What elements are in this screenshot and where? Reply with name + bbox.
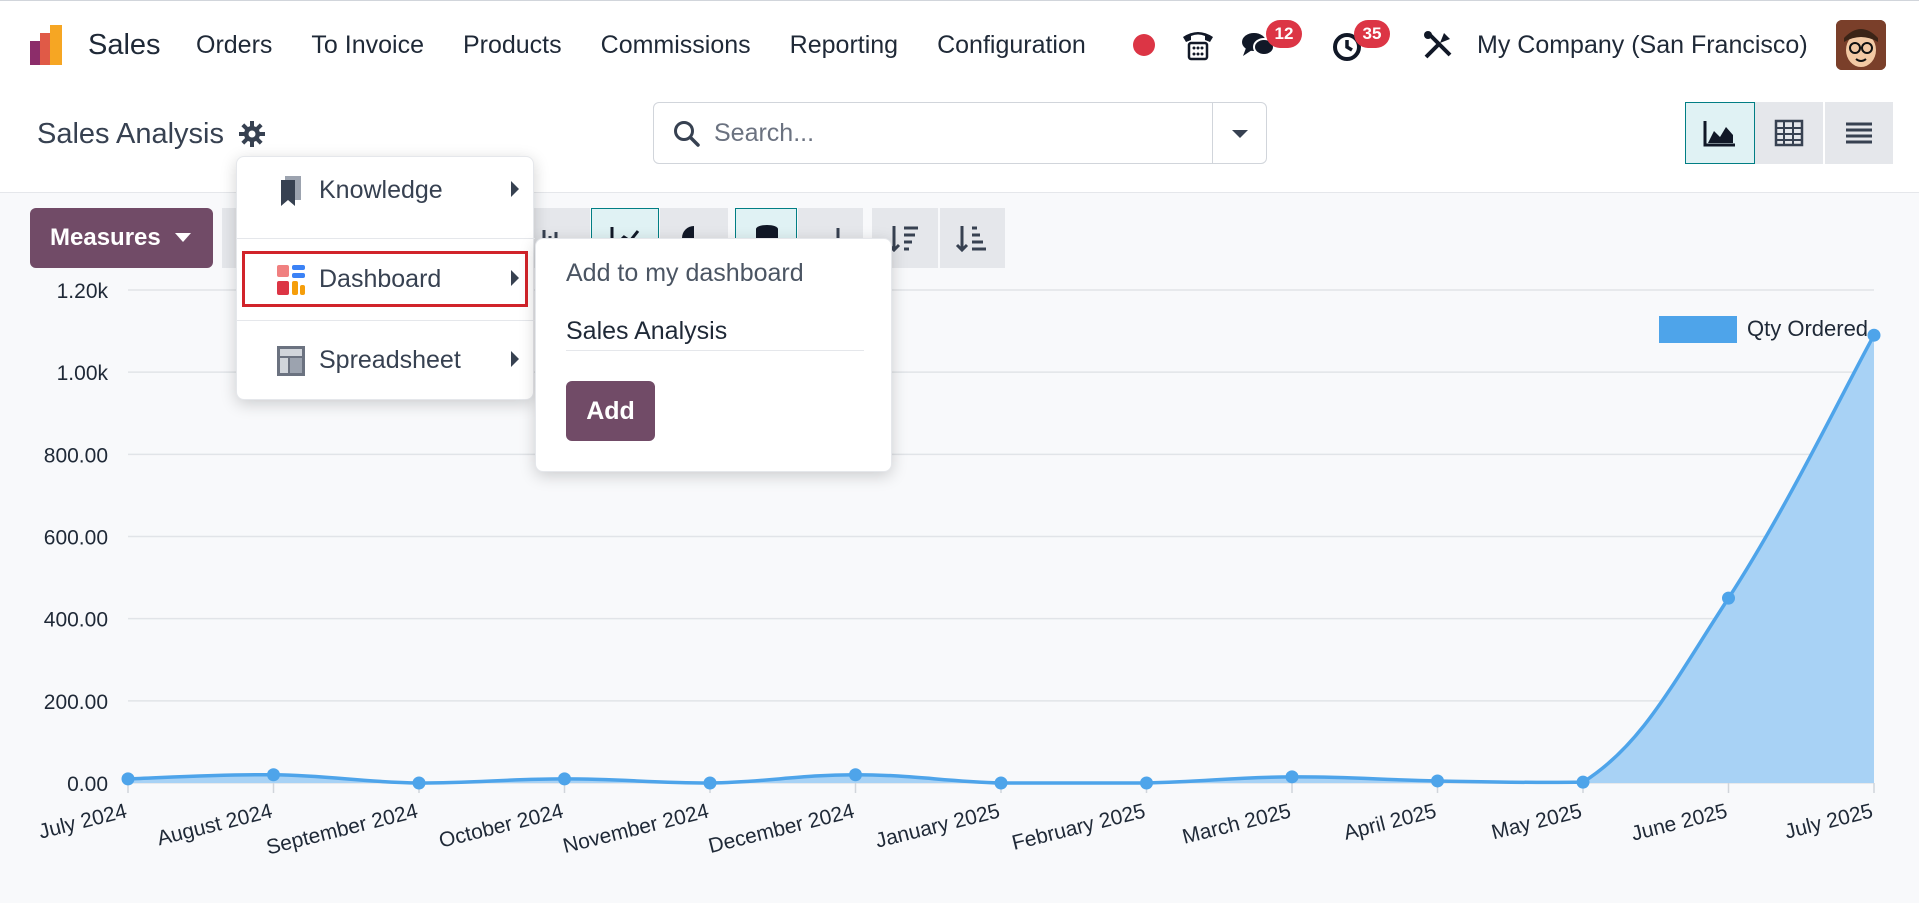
sales-app-logo-icon[interactable] — [28, 25, 70, 67]
data-point — [1285, 770, 1299, 784]
top-navbar: Sales Orders To Invoice Products Commiss… — [0, 0, 1919, 88]
y-tick-label: 400.00 — [44, 609, 108, 632]
menu-reporting[interactable]: Reporting — [790, 31, 898, 60]
gear-icon[interactable] — [238, 120, 266, 148]
x-tick-label: December 2024 — [706, 799, 857, 858]
page-title: Sales Analysis — [37, 118, 224, 150]
data-point — [1576, 775, 1590, 789]
menu-item-knowledge[interactable]: Knowledge — [237, 157, 535, 223]
list-view-button[interactable] — [1825, 102, 1895, 164]
x-tick-label: February 2025 — [1010, 800, 1148, 855]
x-tick-label: July 2025 — [1782, 800, 1875, 844]
x-tick-label: April 2025 — [1341, 800, 1438, 845]
spreadsheet-icon — [277, 346, 305, 376]
x-tick-label: May 2025 — [1489, 800, 1584, 845]
x-tick-label: November 2024 — [561, 799, 712, 858]
search-options-toggle[interactable] — [1212, 103, 1266, 163]
activities-count-badge: 35 — [1354, 20, 1390, 48]
graph-view-button[interactable] — [1685, 102, 1755, 164]
company-switcher[interactable]: My Company (San Francisco) — [1477, 31, 1808, 60]
highlight-box — [242, 251, 528, 307]
chevron-right-icon — [511, 351, 519, 367]
search-bar — [653, 102, 1267, 164]
x-tick-label: June 2025 — [1629, 800, 1730, 846]
y-tick-label: 1.00k — [57, 362, 109, 385]
knowledge-icon — [281, 176, 301, 206]
search-icon — [674, 121, 700, 147]
y-tick-label: 600.00 — [44, 527, 108, 550]
menu-commissions[interactable]: Commissions — [601, 31, 751, 60]
x-tick-label: March 2025 — [1180, 800, 1293, 849]
divider — [237, 320, 535, 321]
pivot-view-button[interactable] — [1755, 102, 1825, 164]
data-point — [121, 772, 135, 786]
data-point — [849, 768, 862, 782]
series-line — [127, 334, 1876, 785]
menu-item-spreadsheet[interactable]: Spreadsheet — [237, 327, 535, 393]
add-to-dashboard-heading: Add to my dashboard — [566, 259, 804, 287]
y-tick-label: 0.00 — [67, 773, 108, 796]
legend-swatch — [1659, 316, 1737, 343]
main-menu: Orders To Invoice Products Commissions R… — [196, 31, 1125, 60]
phone-icon[interactable] — [1180, 27, 1216, 63]
divider — [237, 238, 535, 239]
menu-to-invoice[interactable]: To Invoice — [311, 31, 424, 60]
legend-label: Qty Ordered — [1747, 316, 1868, 341]
y-tick-label: 1.20k — [57, 280, 109, 303]
data-point — [1431, 774, 1444, 788]
data-point — [1867, 328, 1881, 342]
pivot-table-icon — [1774, 119, 1804, 147]
y-tick-label: 800.00 — [44, 444, 108, 467]
add-to-dashboard-panel: Add to my dashboard Add — [535, 238, 892, 472]
data-point — [703, 776, 717, 790]
x-tick-label: August 2024 — [155, 799, 275, 850]
user-avatar[interactable] — [1836, 20, 1886, 70]
menu-item-label: Spreadsheet — [319, 346, 461, 374]
x-tick-label: January 2025 — [873, 800, 1002, 853]
x-tick-label: July 2024 — [36, 799, 129, 843]
dashboard-name-input[interactable] — [566, 313, 864, 351]
area-chart-icon — [1703, 121, 1735, 147]
search-input[interactable] — [714, 113, 1154, 153]
menu-products[interactable]: Products — [463, 31, 562, 60]
data-point — [558, 772, 571, 786]
chevron-down-icon — [1232, 130, 1248, 138]
data-point — [412, 776, 426, 790]
list-icon — [1846, 122, 1872, 144]
x-tick-label: September 2024 — [264, 799, 421, 859]
tools-icon[interactable] — [1420, 27, 1456, 63]
menu-configuration[interactable]: Configuration — [937, 31, 1086, 60]
recording-status-icon[interactable] — [1133, 34, 1155, 56]
menu-item-label: Knowledge — [319, 176, 443, 204]
menu-orders[interactable]: Orders — [196, 31, 272, 60]
data-point — [994, 776, 1008, 790]
app-name[interactable]: Sales — [88, 29, 161, 62]
view-switcher — [1685, 102, 1895, 164]
y-tick-label: 200.00 — [44, 691, 108, 714]
cog-actions-dropdown: Knowledge Dashboard Spreadsheet — [236, 156, 535, 400]
series-area — [128, 335, 1874, 783]
data-point — [1140, 776, 1153, 790]
data-point — [1722, 591, 1735, 605]
messages-count-badge: 12 — [1266, 20, 1302, 48]
data-point — [267, 768, 280, 782]
x-tick-label: October 2024 — [437, 799, 566, 852]
chevron-right-icon — [511, 181, 519, 197]
add-button[interactable]: Add — [566, 381, 655, 441]
